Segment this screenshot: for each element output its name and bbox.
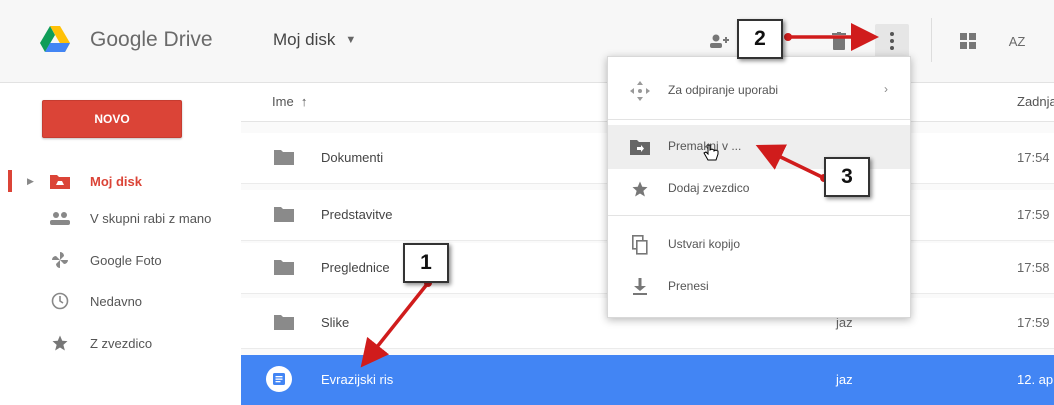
breadcrumb-label: Moj disk xyxy=(273,30,336,49)
active-indicator xyxy=(8,170,12,192)
new-button[interactable]: NOVO xyxy=(42,100,182,138)
grid-view-icon[interactable] xyxy=(951,24,985,58)
star-icon xyxy=(628,177,652,201)
menu-item-label: Za odpiranje uporabi xyxy=(668,83,779,97)
caret-down-icon: ▼ xyxy=(345,34,357,46)
menu-item-label: Dodaj zvezdico xyxy=(668,181,750,195)
column-header-name[interactable]: Ime ↑ xyxy=(272,94,307,109)
toolbar-divider xyxy=(931,18,932,62)
menu-item-download[interactable]: Prenesi xyxy=(608,265,910,309)
callout-1: 1 xyxy=(403,243,449,283)
sidebar-item-recent[interactable]: Nedavno xyxy=(0,281,240,321)
menu-item-open-with[interactable]: Za odpiranje uporabi › xyxy=(608,69,910,113)
copy-icon xyxy=(628,233,652,257)
sidebar-item-starred[interactable]: Z zvezdico xyxy=(0,323,240,363)
app-title: Google Drive xyxy=(90,27,213,51)
folder-icon xyxy=(274,150,294,165)
sort-up-arrow-icon: ↑ xyxy=(297,94,308,109)
callout-3: 3 xyxy=(824,157,870,197)
folder-icon xyxy=(274,260,294,275)
sort-az-button[interactable]: AZ xyxy=(1000,24,1034,58)
sidebar-item-label: Moj disk xyxy=(90,173,143,189)
open-with-icon xyxy=(628,79,652,103)
folder-icon xyxy=(274,315,294,330)
pinwheel-icon xyxy=(48,248,72,272)
sidebar-item-label: Google Foto xyxy=(90,252,162,268)
share-people-icon[interactable] xyxy=(702,24,736,58)
folder-icon xyxy=(274,207,294,222)
file-name: Evrazijski ris xyxy=(321,372,394,387)
file-name: Predstavitve xyxy=(321,207,393,222)
menu-item-make-copy[interactable]: Ustvari kopijo xyxy=(608,223,910,267)
trash-icon[interactable] xyxy=(822,24,856,58)
drive-logo[interactable]: Google Drive xyxy=(40,26,213,53)
sidebar-item-shared[interactable]: V skupni rabi z mano xyxy=(0,198,240,238)
menu-item-label: Prenesi xyxy=(668,279,709,293)
chevron-right-icon: › xyxy=(884,82,888,96)
sort-az-label: AZ xyxy=(1008,33,1026,49)
more-vert-icon xyxy=(890,32,894,50)
people-icon xyxy=(48,206,72,230)
menu-item-label: Ustvari kopijo xyxy=(668,237,741,251)
callout-2: 2 xyxy=(737,19,783,59)
column-name-label: Ime xyxy=(272,94,294,109)
file-modified: 12. apr. xyxy=(1017,372,1054,387)
drive-folder-icon xyxy=(48,169,72,193)
file-name: Dokumenti xyxy=(321,150,384,165)
file-modified: 17:59 xyxy=(1017,207,1050,222)
sidebar: NOVO ▶ Moj disk V skupni rabi z mano Goo… xyxy=(0,83,240,398)
file-modified: 17:54 xyxy=(1017,150,1050,165)
sidebar-item-label: V skupni rabi z mano xyxy=(90,210,212,226)
clock-icon xyxy=(48,289,72,313)
column-header-modified[interactable]: Zadnja s xyxy=(1017,94,1054,109)
file-owner: jaz xyxy=(836,372,853,387)
sidebar-item-label: Nedavno xyxy=(90,293,143,309)
sidebar-item-google-photos[interactable]: Google Foto xyxy=(0,240,240,280)
file-modified: 17:58 xyxy=(1017,260,1050,275)
sidebar-item-label: Z zvezdico xyxy=(90,335,153,351)
move-to-folder-icon xyxy=(628,135,652,159)
document-icon xyxy=(266,366,292,392)
star-icon xyxy=(48,331,72,355)
expand-arrow-icon[interactable]: ▶ xyxy=(27,176,34,187)
download-icon xyxy=(628,275,652,299)
file-name: Slike xyxy=(321,315,350,330)
menu-divider xyxy=(608,119,910,120)
menu-divider xyxy=(608,215,910,216)
file-name: Preglednice xyxy=(321,260,390,275)
file-modified: 17:59 xyxy=(1017,315,1050,330)
sidebar-item-my-drive[interactable]: ▶ Moj disk xyxy=(0,161,240,201)
more-actions-button[interactable] xyxy=(875,24,909,58)
breadcrumb[interactable]: Moj disk ▼ xyxy=(273,30,356,50)
hand-cursor-icon xyxy=(702,143,720,170)
drive-logo-icon xyxy=(40,26,70,52)
